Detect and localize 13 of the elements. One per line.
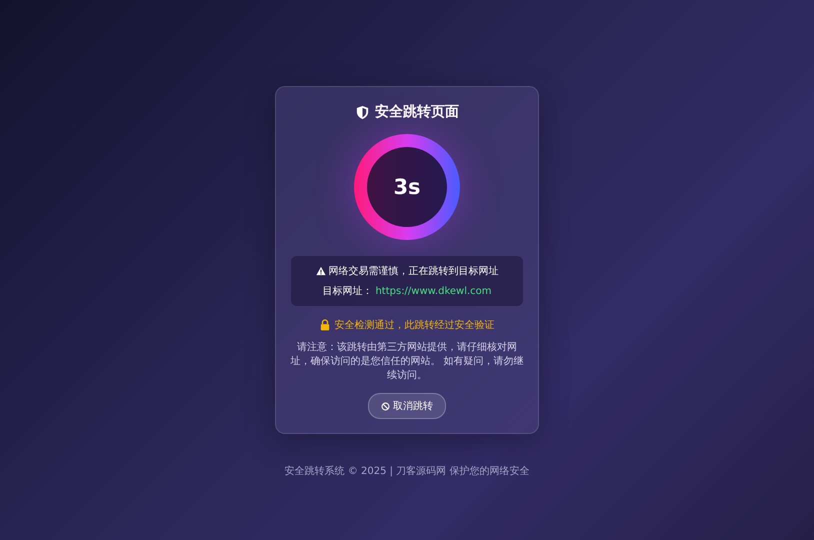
lock-icon	[320, 319, 330, 331]
countdown-text: 3s	[393, 175, 421, 199]
ban-icon	[381, 402, 390, 410]
footer-text: 安全跳转系统 © 2025 | 刀客源码网 保护您的网络安全	[284, 464, 530, 478]
url-label: 目标网址：	[322, 284, 372, 298]
target-url: https://www.dkewl.com	[375, 286, 492, 296]
warning-text: 网络交易需谨慎，正在跳转到目标网址	[328, 264, 498, 278]
page-title: 安全跳转页面	[375, 103, 459, 121]
shield-icon	[355, 104, 370, 120]
notice-text: 请注意：该跳转由第三方网站提供，请仔细核对网址，确保访问的是您信任的网站。 如有疑问，请勿继续访问。	[290, 341, 524, 383]
warning-icon	[316, 266, 326, 276]
security-notice: 安全检测通过，此跳转经过安全验证	[334, 318, 494, 332]
cancel-button[interactable]: 取消跳转	[368, 393, 446, 419]
